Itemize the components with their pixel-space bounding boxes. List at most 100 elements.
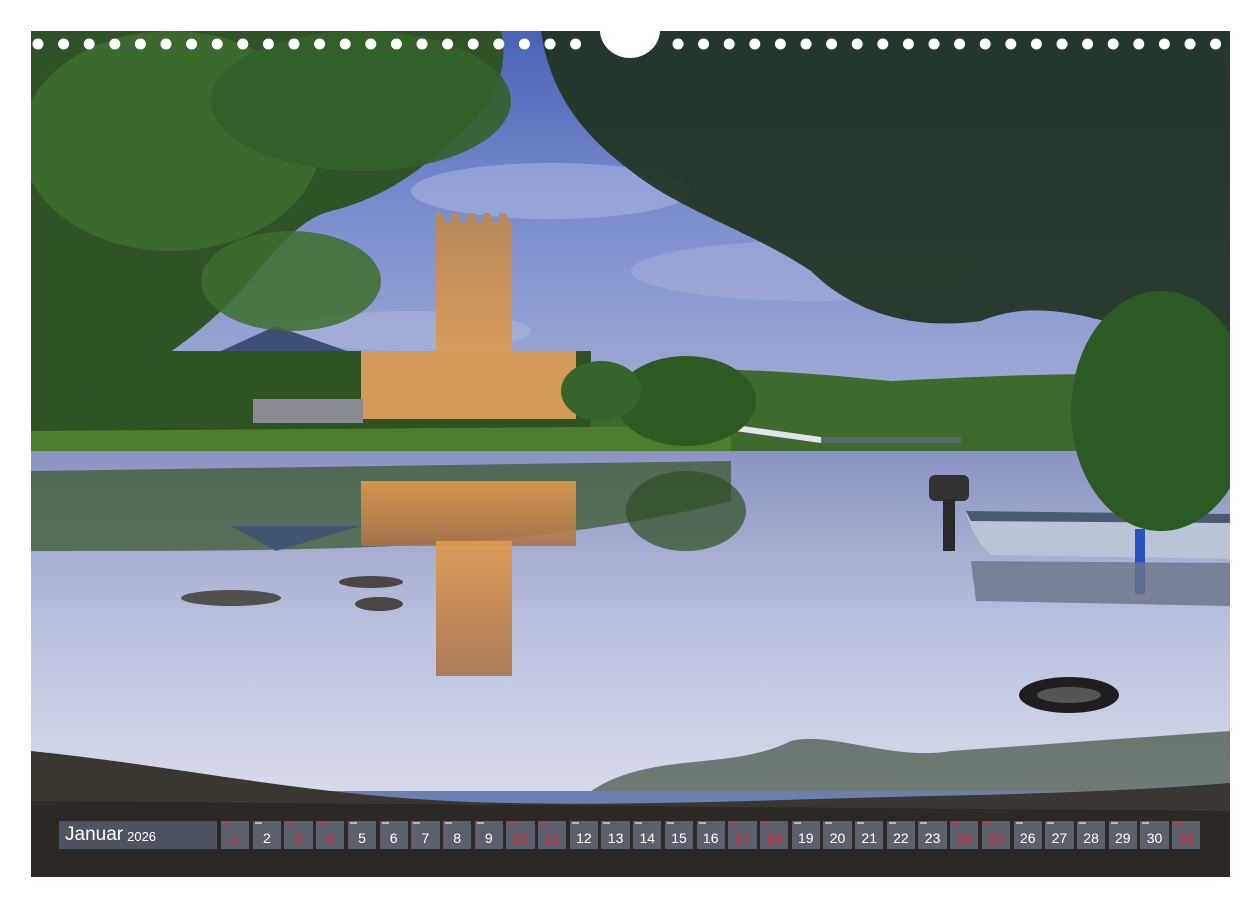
day-number: 14: [639, 830, 656, 846]
weekday-mark: [698, 822, 706, 824]
day-cell: 15: [664, 821, 694, 849]
binding-hole: [672, 38, 684, 50]
hanger-cutout: [600, 18, 660, 58]
day-row: 1 2 3 4 5 6 7 8 9 10 11 12 13 14 15 16 17 18 19 20 21 22 23 24 2…: [221, 821, 1202, 849]
day-cell: 10: [506, 821, 535, 849]
binding-hole: [416, 38, 428, 50]
binding-hole: [902, 38, 914, 50]
day-number: 9: [484, 830, 493, 846]
weekday-mark: [508, 822, 516, 824]
day-cell: 13: [601, 821, 630, 849]
day-number: 28: [1083, 830, 1099, 846]
weekday-mark: [1110, 822, 1118, 824]
day-cell: 9: [474, 821, 503, 849]
binding-hole: [1082, 38, 1094, 50]
binding-hole: [826, 38, 838, 50]
day-number: 21: [861, 830, 877, 846]
day-number: 2: [262, 830, 271, 846]
day-cell: 24: [950, 821, 979, 849]
binding-hole: [774, 38, 786, 50]
month-name: Januar: [65, 824, 124, 845]
day-cell: 17: [728, 821, 757, 849]
binding-hole: [83, 38, 95, 50]
binding-hole: [160, 38, 172, 50]
binding-hole: [1133, 38, 1145, 50]
day-number: 6: [389, 830, 398, 846]
month-label: Januar 2026: [59, 821, 217, 849]
day-cell: 20: [823, 821, 852, 849]
day-cell: 11: [538, 821, 567, 849]
binding-hole: [365, 38, 377, 50]
weekday-mark: [1078, 822, 1086, 824]
weekday-mark: [413, 822, 421, 824]
weekday-mark: [476, 822, 484, 824]
binding-hole: [1107, 38, 1119, 50]
day-cell: 3: [284, 821, 313, 849]
binding-hole: [544, 38, 556, 50]
day-cell: 27: [1045, 821, 1074, 849]
weekday-mark: [349, 822, 357, 824]
binding-hole: [288, 38, 300, 50]
day-cell: 6: [379, 821, 408, 849]
weekday-mark: [857, 822, 864, 824]
day-number: 13: [607, 830, 624, 846]
day-cell: 19: [791, 821, 820, 849]
binding-hole: [186, 38, 198, 50]
day-number: 17: [734, 830, 751, 846]
day-number: 30: [1146, 830, 1163, 846]
day-number: 11: [544, 830, 560, 846]
day-number: 24: [956, 830, 973, 846]
day-number: 4: [326, 830, 335, 846]
binding-hole: [339, 38, 351, 50]
castle-lake-photo: [31, 31, 1230, 877]
day-number: 29: [1115, 830, 1131, 846]
day-number: 26: [1019, 830, 1036, 846]
day-cell: 31: [1172, 821, 1201, 849]
weekday-mark: [983, 822, 991, 824]
weekday-mark: [318, 822, 326, 824]
binding-hole: [467, 38, 479, 50]
weekday-mark: [888, 822, 896, 824]
calendar-bar: Januar 2026 1 2 3 4 5 6 7 8 9 10 11 12 13 14 15 16 17 18 1…: [59, 821, 1202, 849]
binding-hole: [390, 38, 402, 50]
weekday-mark: [1142, 822, 1150, 824]
binding-hole: [928, 38, 940, 50]
binding-hole: [877, 38, 889, 50]
day-cell: 25: [981, 821, 1011, 849]
day-cell: 23: [918, 821, 947, 849]
day-cell: 18: [759, 821, 789, 849]
day-cell: 21: [855, 821, 884, 849]
binding-hole: [1158, 38, 1170, 50]
binding-hole: [314, 38, 326, 50]
day-cell: 22: [886, 821, 916, 849]
day-cell: 29: [1108, 821, 1137, 849]
day-cell: 16: [696, 821, 725, 849]
binding-hole: [442, 38, 454, 50]
binding-hole: [1184, 38, 1196, 50]
weekday-mark: [761, 822, 769, 824]
day-number: 1: [231, 830, 240, 846]
binding-hole: [1005, 38, 1017, 50]
day-cell: 8: [442, 821, 472, 849]
day-number: 8: [453, 830, 461, 846]
weekday-mark: [1174, 822, 1181, 824]
weekday-mark: [286, 822, 294, 824]
day-cell: 5: [347, 821, 377, 849]
day-cell: 1: [221, 821, 250, 849]
day-number: 3: [294, 830, 303, 846]
binding-hole: [262, 38, 274, 50]
day-cell: 28: [1076, 821, 1106, 849]
day-number: 23: [924, 830, 941, 846]
day-number: 5: [358, 830, 366, 846]
day-cell: 14: [633, 821, 662, 849]
day-number: 25: [988, 830, 1004, 846]
day-number: 22: [893, 830, 909, 846]
weekday-mark: [603, 822, 611, 824]
calendar-page: Januar 2026 1 2 3 4 5 6 7 8 9 10 11 12 13 14 15 16 17 18 1…: [0, 0, 1260, 908]
month-year: 2026: [127, 829, 157, 844]
binding-hole: [698, 38, 710, 50]
binding-hole: [851, 38, 863, 50]
binding-hole: [58, 38, 70, 50]
day-number: 12: [576, 830, 592, 846]
day-cell: 2: [252, 821, 282, 849]
